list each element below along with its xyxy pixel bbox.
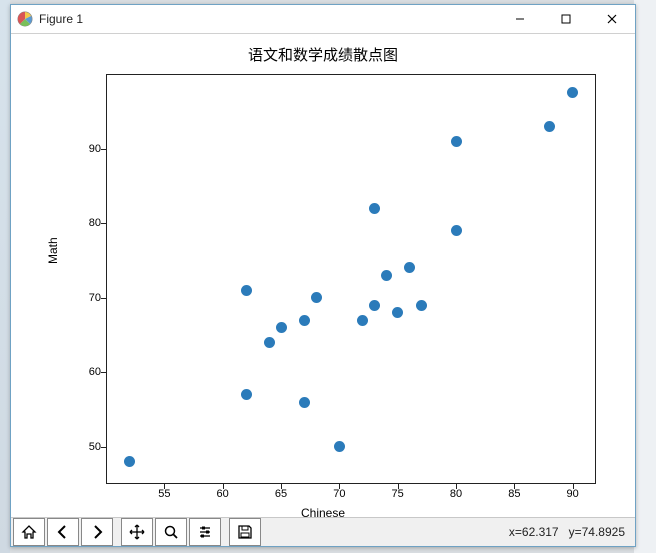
- scatter-point: [357, 315, 368, 326]
- y-tick-mark: [101, 298, 106, 299]
- scatter-point: [311, 292, 322, 303]
- window-title: Figure 1: [39, 12, 83, 26]
- chart-title: 语文和数学成绩散点图: [11, 44, 635, 65]
- x-tick-label: 90: [567, 488, 579, 500]
- y-tick-label: 50: [81, 441, 101, 453]
- y-tick-mark: [101, 149, 106, 150]
- close-button[interactable]: [589, 5, 635, 33]
- x-tick-label: 70: [333, 488, 345, 500]
- scatter-point: [276, 322, 287, 333]
- y-tick-label: 70: [81, 292, 101, 304]
- scatter-point: [264, 337, 275, 348]
- scatter-point: [369, 300, 380, 311]
- forward-button[interactable]: [81, 518, 113, 546]
- y-tick-mark: [101, 447, 106, 448]
- cursor-y-readout: y=74.8925: [569, 525, 625, 539]
- figure-window: Figure 1 语文和数学成绩散点图 Math Chinese 5560657…: [10, 4, 636, 547]
- configure-subplots-button[interactable]: [189, 518, 221, 546]
- back-button[interactable]: [47, 518, 79, 546]
- y-tick-label: 80: [81, 217, 101, 229]
- scatter-point: [416, 300, 427, 311]
- x-tick-label: 85: [508, 488, 520, 500]
- y-tick-mark: [101, 223, 106, 224]
- pan-button[interactable]: [121, 518, 153, 546]
- x-tick-label: 65: [275, 488, 287, 500]
- zoom-button[interactable]: [155, 518, 187, 546]
- x-tick-label: 60: [217, 488, 229, 500]
- x-tick-label: 75: [392, 488, 404, 500]
- y-tick-label: 90: [81, 143, 101, 155]
- scatter-point: [544, 121, 555, 132]
- scatter-point: [451, 136, 462, 147]
- scatter-point: [241, 389, 252, 400]
- ide-left-strip: [0, 0, 10, 553]
- titlebar: Figure 1: [11, 5, 635, 34]
- scatter-point: [241, 285, 252, 296]
- plot-area: 语文和数学成绩散点图 Math Chinese 5560657075808590…: [11, 34, 635, 518]
- maximize-button[interactable]: [543, 5, 589, 33]
- x-tick-label: 55: [158, 488, 170, 500]
- scatter-point: [334, 441, 345, 452]
- save-button[interactable]: [229, 518, 261, 546]
- matplotlib-app-icon: [17, 11, 33, 27]
- scatter-point: [381, 270, 392, 281]
- scatter-point: [369, 203, 380, 214]
- x-tick-label: 80: [450, 488, 462, 500]
- y-tick-mark: [101, 372, 106, 373]
- y-axis-label: Math: [46, 237, 60, 264]
- y-tick-label: 60: [81, 366, 101, 378]
- nav-toolbar: x=62.317 y=74.8925: [11, 517, 635, 546]
- scatter-point: [299, 397, 310, 408]
- home-button[interactable]: [13, 518, 45, 546]
- scatter-point: [124, 456, 135, 467]
- scatter-point: [451, 225, 462, 236]
- scatter-point: [299, 315, 310, 326]
- cursor-x-readout: x=62.317: [509, 525, 559, 539]
- ide-right-strip: [634, 0, 656, 553]
- minimize-button[interactable]: [497, 5, 543, 33]
- axes-frame: [106, 74, 596, 484]
